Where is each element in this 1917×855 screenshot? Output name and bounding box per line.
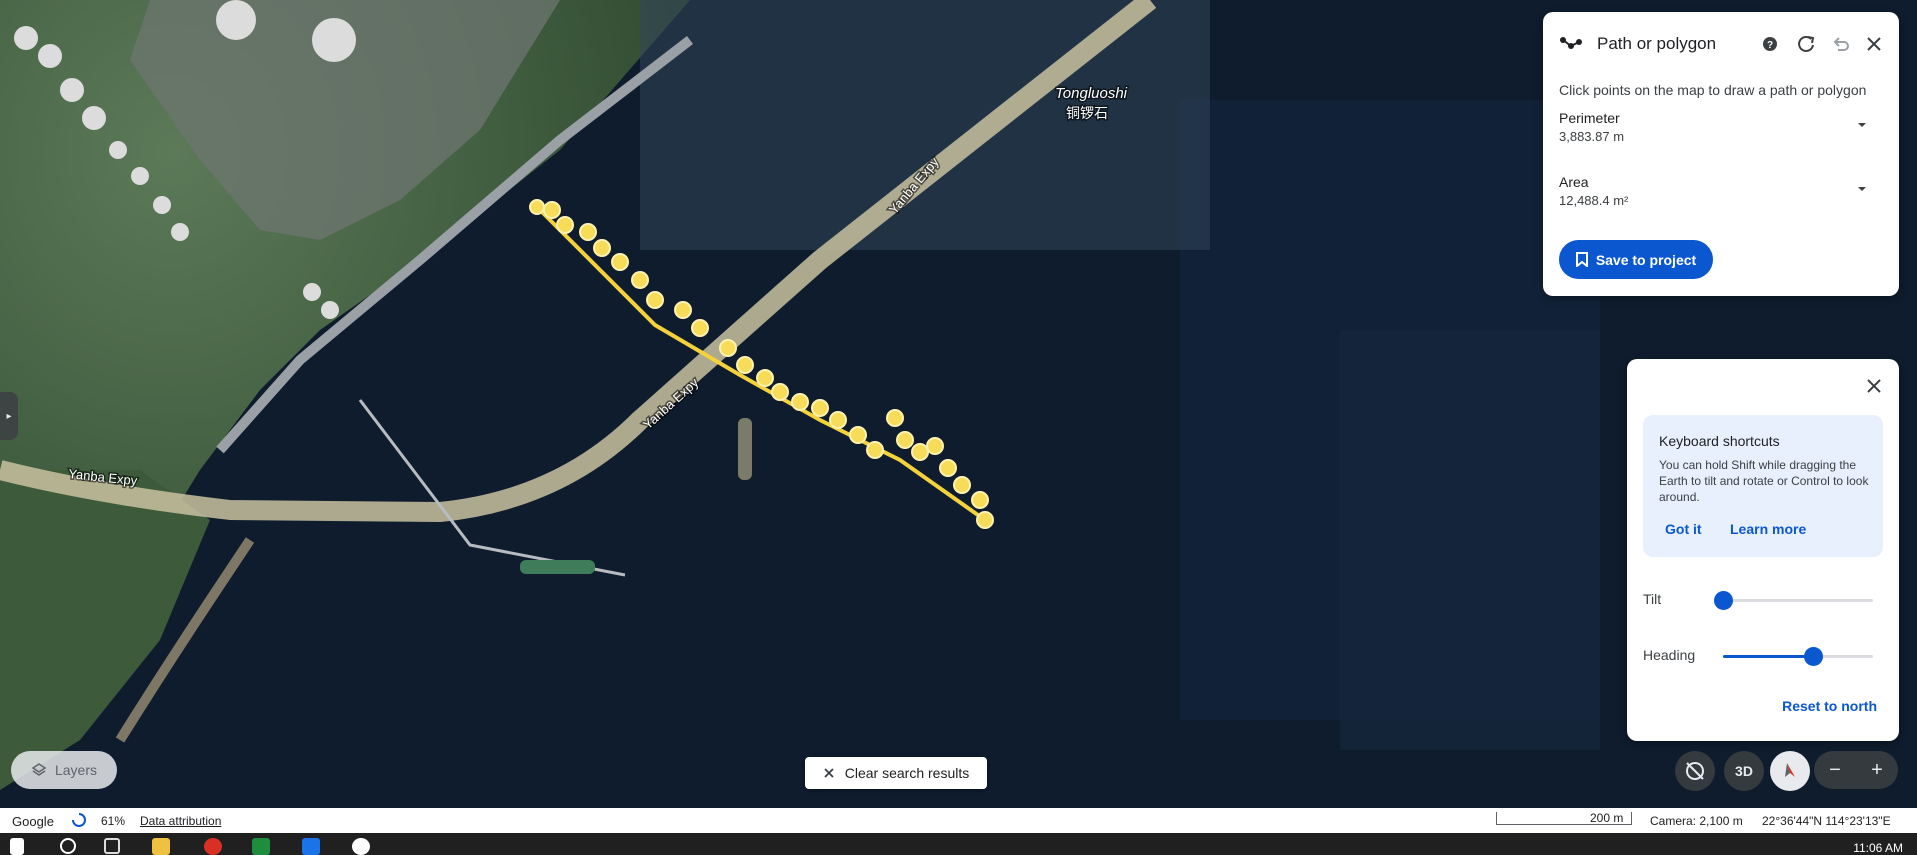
area-label: Area (1559, 174, 1589, 190)
layers-label: Layers (54, 762, 98, 778)
undo-icon[interactable] (1827, 31, 1853, 57)
3d-toggle-button[interactable]: 3D (1724, 751, 1764, 791)
layers-icon (31, 763, 47, 776)
app-icon[interactable] (352, 838, 370, 855)
place-label-cjk: 铜锣石 (1066, 105, 1108, 121)
reset-to-north-button[interactable]: Reset to north (1782, 698, 1877, 714)
navigation-panel: Keyboard shortcuts You can hold Shift wh… (1627, 359, 1899, 741)
status-bar: Google 61% Data attribution 200 m Camera… (0, 808, 1917, 833)
chevron-down-icon[interactable] (1855, 120, 1869, 130)
zoom-out-button[interactable]: − (1814, 751, 1856, 789)
area-row[interactable]: Area 12,488.4 m² (1559, 174, 1879, 208)
task-view-icon[interactable] (104, 838, 120, 854)
plus-icon: + (1871, 758, 1883, 781)
zoom-controls: − + (1814, 751, 1898, 789)
place-label-tongluoshi: Tongluoshi (1055, 85, 1128, 102)
search-icon[interactable] (60, 838, 76, 854)
loading-progress: 61% (101, 814, 126, 828)
save-label: Save to project (1595, 251, 1697, 268)
measure-panel: Path or polygon ? Click points on the ma… (1543, 12, 1899, 296)
perimeter-value: 3,883.87 m (1559, 129, 1625, 144)
layers-button[interactable]: Layers (11, 751, 117, 789)
tilt-slider[interactable]: Tilt (1643, 588, 1883, 612)
perimeter-label: Perimeter (1559, 110, 1620, 126)
heading-fill (1723, 655, 1813, 658)
bookmark-icon (1575, 252, 1588, 267)
close-icon[interactable] (1861, 373, 1887, 399)
heading-track[interactable] (1723, 647, 1873, 666)
rotation-off-icon (1686, 762, 1704, 780)
tilt-handle[interactable] (1714, 591, 1733, 610)
got-it-button[interactable]: Got it (1665, 521, 1702, 537)
heading-handle[interactable] (1804, 647, 1823, 666)
os-taskbar: 11:06 AM (0, 833, 1917, 855)
perimeter-row[interactable]: Perimeter 3,883.87 m (1559, 110, 1879, 144)
shortcuts-body: You can hold Shift while dragging the Ea… (1659, 458, 1869, 504)
tilt-label: Tilt (1643, 591, 1662, 607)
3d-label: 3D (1735, 763, 1753, 779)
shortcuts-title: Keyboard shortcuts (1659, 433, 1780, 449)
area-value: 12,488.4 m² (1559, 193, 1629, 208)
coordinates: 22°36'44"N 114°23'13"E (1762, 814, 1891, 828)
panel-title: Path or polygon (1597, 34, 1717, 53)
minus-icon: − (1829, 758, 1841, 781)
chevron-down-icon[interactable] (1855, 184, 1869, 194)
camera-altitude: Camera: 2,100 m (1650, 814, 1743, 828)
heading-slider[interactable]: Heading (1643, 644, 1883, 668)
zoom-in-button[interactable]: + (1856, 751, 1898, 789)
expand-sidebar-button[interactable]: ▸ (0, 392, 18, 440)
clear-search-results-button[interactable]: Clear search results (805, 757, 987, 789)
chrome-icon[interactable] (204, 838, 222, 855)
heading-label: Heading (1643, 647, 1696, 663)
close-icon (824, 768, 834, 778)
orbit-button[interactable] (1675, 751, 1715, 791)
keyboard-shortcuts-card: Keyboard shortcuts You can hold Shift wh… (1643, 415, 1883, 557)
panel-description: Click points on the map to draw a path o… (1559, 82, 1867, 98)
path-polygon-icon (1560, 37, 1582, 49)
google-logo: Google (12, 814, 54, 829)
taskbar-clock: 11:06 AM (1853, 841, 1903, 855)
svg-text:?: ? (1767, 40, 1773, 51)
excel-icon[interactable] (252, 838, 270, 855)
close-icon[interactable] (1861, 31, 1887, 57)
learn-more-link[interactable]: Learn more (1730, 521, 1806, 537)
compass-icon (1785, 763, 1795, 777)
clear-label: Clear search results (844, 765, 970, 781)
scale-label: 200 m (1590, 811, 1624, 825)
save-to-project-button[interactable]: Save to project (1559, 240, 1713, 279)
tilt-track[interactable] (1714, 591, 1873, 610)
compass-button[interactable] (1770, 751, 1810, 791)
data-attribution-link[interactable]: Data attribution (140, 814, 221, 828)
app-icon[interactable] (302, 838, 320, 855)
loading-spinner-icon (72, 813, 86, 827)
file-explorer-icon[interactable] (152, 838, 170, 855)
help-icon[interactable]: ? (1757, 31, 1783, 57)
redo-icon[interactable] (1793, 31, 1819, 57)
chevron-right-icon: ▸ (6, 410, 12, 422)
windows-start-icon[interactable] (10, 838, 24, 855)
